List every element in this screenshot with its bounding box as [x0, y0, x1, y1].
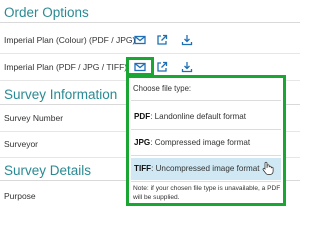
external-link-icon[interactable]	[155, 33, 169, 47]
download-icon[interactable]	[180, 33, 194, 47]
option-format: TIFF	[134, 164, 152, 173]
order-row-label: Imperial Plan (PDF / JPG / TIFF)	[4, 62, 128, 72]
option-description: : Landonline default format	[150, 112, 247, 121]
popup-note: Note: if your chosen file type is unavai…	[133, 185, 281, 201]
surveyor-label: Surveyor	[4, 139, 39, 149]
order-row-label: Imperial Plan (Colour) (PDF / JPG)	[4, 35, 136, 45]
file-type-option-jpg[interactable]: JPG: Compressed image format	[131, 132, 281, 154]
survey-number-label: Survey Number	[4, 113, 64, 123]
popup-divider	[131, 155, 281, 156]
file-type-option-tiff[interactable]: TIFF: Uncompressed image format	[131, 158, 281, 180]
external-link-icon[interactable]	[155, 60, 169, 74]
option-format: PDF	[134, 112, 151, 121]
purpose-label: Purpose	[4, 191, 36, 201]
popup-title: Choose file type:	[133, 84, 192, 93]
file-type-popup: Choose file type: PDF: Landonline defaul…	[126, 75, 286, 206]
popup-divider	[131, 181, 281, 182]
download-icon[interactable]	[180, 60, 194, 74]
option-description: : Uncompressed image format	[151, 164, 260, 173]
option-description: : Compressed image format	[150, 138, 251, 147]
order-options-heading: Order Options	[0, 2, 300, 23]
popup-divider	[131, 100, 281, 101]
file-type-option-pdf[interactable]: PDF: Landonline default format	[131, 106, 281, 128]
mail-icon[interactable]	[133, 33, 147, 47]
order-row-colour: Imperial Plan (Colour) (PDF / JPG)	[0, 27, 300, 54]
popup-divider	[131, 129, 281, 130]
option-format: JPG	[134, 138, 151, 147]
